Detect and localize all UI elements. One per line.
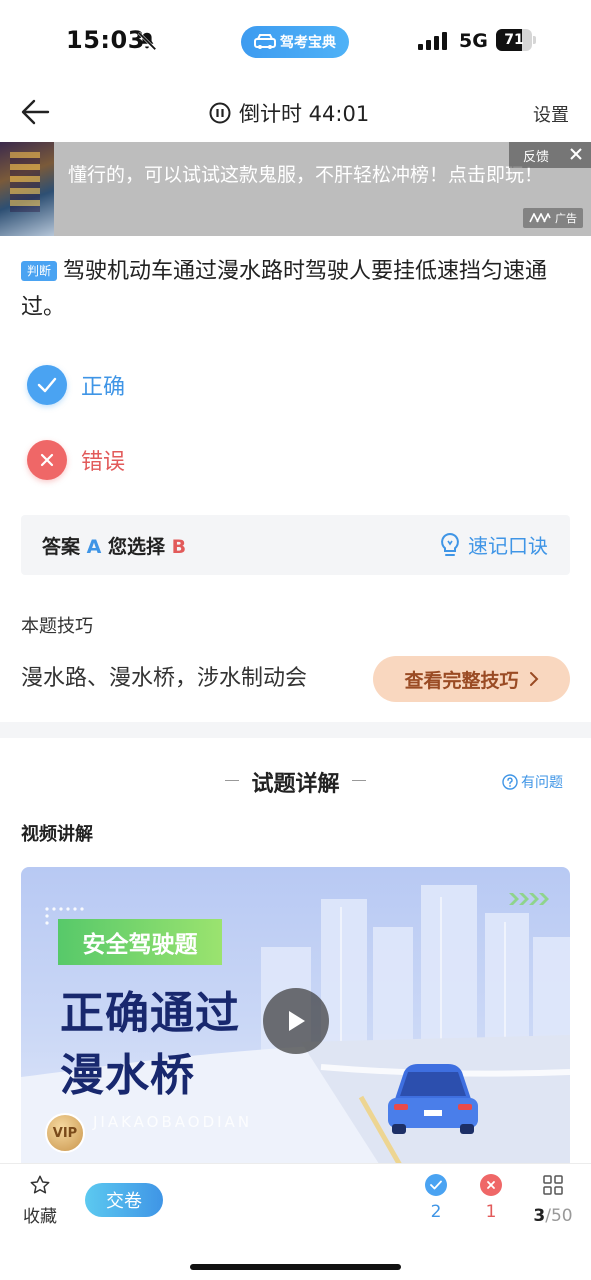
close-icon[interactable] (567, 145, 585, 163)
current-index: 3 (533, 1206, 546, 1226)
video-section-label: 视频讲解 (21, 824, 93, 845)
app-pill-label: 驾考宝典 (280, 35, 336, 51)
car-icon (254, 34, 276, 49)
video-title-line2: 漫水桥 (60, 1050, 195, 1101)
pause-icon (209, 102, 231, 124)
home-indicator (190, 1264, 401, 1270)
question: 判断 驾驶机动车通过漫水路时驾驶人要挂低速挡匀速通过。 (21, 254, 571, 326)
option-correct[interactable]: 正确 (27, 365, 125, 405)
check-icon (425, 1174, 447, 1196)
close-icon (27, 440, 67, 480)
ask-question-button[interactable]: 有问题 (502, 772, 563, 792)
close-icon (480, 1174, 502, 1196)
status-bar: 15:03 驾考宝典 5G 71 (0, 0, 591, 84)
play-button[interactable] (263, 988, 329, 1054)
video-watermark: JIAKAOBAODIAN (93, 1113, 253, 1131)
question-type-tag: 判断 (21, 261, 58, 281)
ask-label: 有问题 (521, 775, 563, 791)
help-icon (502, 774, 518, 790)
ad-text: 懂行的，可以试试这款鬼服，不肝轻松冲榜！点击即玩！ (68, 164, 544, 186)
check-icon (27, 365, 67, 405)
memo-label: 速记口诀 (468, 534, 548, 558)
video-tag: 安全驾驶题 (58, 919, 222, 965)
ad-thumbnail (0, 142, 54, 236)
ad-network-logo-icon (529, 213, 551, 223)
ad-feedback-button[interactable]: 反馈 (523, 146, 549, 165)
countdown-timer[interactable]: 倒计时 44:01 (209, 98, 369, 128)
battery-icon: 71 (496, 29, 536, 51)
option-label: 正确 (81, 375, 126, 400)
ad-banner[interactable]: 懂行的，可以试试这款鬼服，不肝轻松冲榜！点击即玩！ 反馈 广告 (0, 142, 591, 236)
answer-summary: 答案 A 您选择 B (42, 532, 186, 559)
skill-title: 本题技巧 (21, 616, 93, 637)
top-nav: 倒计时 44:01 设置 (0, 84, 591, 142)
vip-badge: VIP (45, 1113, 85, 1153)
view-full-skill-button[interactable]: 查看完整技巧 (373, 656, 570, 702)
memo-button[interactable]: 速记口诀 (438, 530, 548, 559)
option-label: 错误 (81, 450, 126, 475)
wrong-count[interactable]: 1 (471, 1174, 511, 1222)
skill-button-label: 查看完整技巧 (404, 669, 519, 692)
answer-value: A (86, 536, 102, 558)
option-wrong[interactable]: 错误 (27, 440, 125, 480)
choice-value: B (171, 536, 187, 558)
video-player[interactable]: 安全驾驶题 正确通过 漫水桥 JIAKAOBAODIAN VIP (21, 867, 570, 1167)
submit-exam-button[interactable]: 交卷 (85, 1183, 163, 1217)
bottom-bar: 收藏 交卷 2 1 3/50 (0, 1163, 591, 1280)
wrong-count-value: 1 (485, 1202, 497, 1222)
status-time: 15:03 (66, 26, 145, 54)
bell-off-icon (137, 31, 157, 51)
answer-label: 答案 (42, 536, 81, 558)
correct-count[interactable]: 2 (416, 1174, 456, 1222)
question-text: 驾驶机动车通过漫水路时驾驶人要挂低速挡匀速通过。 (21, 259, 548, 320)
back-arrow-icon[interactable] (20, 98, 52, 126)
signal-icon (418, 32, 447, 50)
chevron-right-icon (529, 672, 538, 686)
correct-count-value: 2 (430, 1202, 442, 1222)
answer-box: 答案 A 您选择 B 速记口诀 (21, 515, 570, 575)
ad-badge: 广告 (523, 208, 583, 228)
grid-icon (543, 1175, 563, 1195)
lightbulb-icon (441, 532, 459, 556)
video-title-line1: 正确通过 (60, 988, 240, 1039)
question-index[interactable]: 3/50 (528, 1174, 578, 1226)
ad-feedback-bar: 反馈 (509, 142, 591, 168)
settings-button[interactable]: 设置 (533, 101, 569, 127)
app-return-pill[interactable]: 驾考宝典 (241, 26, 349, 58)
timer-label: 倒计时 44:01 (239, 102, 370, 126)
section-divider (0, 722, 591, 738)
favorite-label: 收藏 (23, 1207, 57, 1227)
star-icon (30, 1175, 50, 1194)
play-icon (289, 1011, 305, 1031)
battery-level: 71 (504, 32, 524, 48)
ad-badge-label: 广告 (555, 212, 577, 225)
total-count: /50 (545, 1206, 573, 1226)
title-dash-right (352, 780, 366, 781)
choice-label: 您选择 (107, 536, 165, 558)
favorite-button[interactable]: 收藏 (22, 1174, 58, 1227)
network-type: 5G (459, 30, 488, 52)
